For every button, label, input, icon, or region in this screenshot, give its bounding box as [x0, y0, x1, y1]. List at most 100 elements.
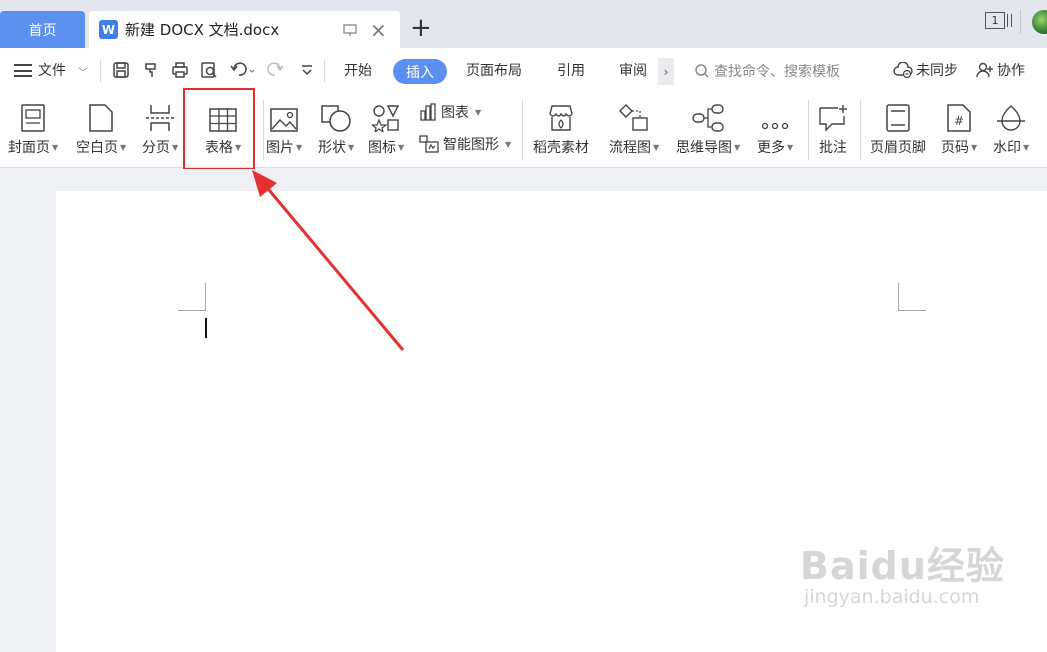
caret-down-icon: ▼ — [971, 142, 978, 152]
window-bars-icon — [1007, 14, 1012, 27]
format-painter-icon[interactable] — [142, 61, 160, 83]
caret-down-icon: ▼ — [787, 142, 794, 152]
cloud-icon — [893, 62, 913, 78]
caret-down-icon: ▼ — [348, 142, 355, 152]
header-footer-icon — [886, 104, 910, 132]
page-break-label: 分页 — [142, 140, 170, 156]
tab-references[interactable]: 引用 — [557, 60, 585, 80]
cover-page-label: 封面页 — [8, 140, 50, 156]
divider — [1020, 10, 1021, 34]
chevron-down-icon[interactable]: ﹀ — [78, 64, 88, 79]
print-preview-icon[interactable] — [200, 61, 218, 83]
caret-down-icon: ▼ — [398, 142, 405, 152]
print-icon[interactable] — [171, 61, 189, 83]
add-user-icon — [976, 62, 993, 78]
comment-icon — [819, 105, 847, 132]
mindmap-button[interactable]: 思维导图 ▼ — [676, 100, 740, 157]
margin-corner-top-right — [898, 283, 926, 311]
cover-page-button[interactable]: 封面页 ▼ — [8, 100, 58, 157]
header-footer-label: 页眉页脚 — [870, 140, 926, 156]
new-tab-button[interactable]: + — [410, 13, 432, 43]
blank-page-label: 空白页 — [76, 140, 118, 156]
text-cursor — [205, 318, 207, 338]
bar-chart-icon — [420, 103, 436, 121]
watermark-button[interactable]: 水印 ▼ — [993, 100, 1029, 157]
search-box[interactable]: 查找命令、搜索模板 — [694, 61, 840, 81]
picture-button[interactable]: 图片 ▼ — [266, 100, 302, 157]
more-options-icon[interactable]: ⋮ — [1040, 58, 1047, 77]
more-label: 更多 — [757, 140, 785, 156]
divider — [263, 100, 264, 160]
caret-down-icon: ▼ — [172, 142, 179, 152]
close-tab-icon[interactable]: × — [370, 18, 387, 42]
undo-icon[interactable] — [230, 61, 256, 83]
collab-button[interactable]: 协作 — [976, 60, 1025, 80]
watermark-url: jingyan.baidu.com — [804, 586, 980, 608]
caret-down-icon: ▼ — [653, 142, 660, 152]
page-break-button[interactable]: 分页 ▼ — [142, 100, 178, 157]
chart-button[interactable]: 图表 ▼ — [419, 102, 481, 122]
menu-bar: 文件 ﹀ 开始 插入 页面布局 引用 审阅 › 查找命令、搜索模板 未同步 协作… — [0, 48, 1047, 94]
icons-library-icon — [372, 105, 400, 132]
tab-insert[interactable]: 插入 — [393, 59, 447, 84]
flowchart-label: 流程图 — [609, 140, 651, 156]
more-dots-icon — [761, 122, 789, 130]
smart-graphic-icon — [419, 135, 439, 153]
mindmap-label: 思维导图 — [676, 140, 732, 156]
hamburger-menu-icon[interactable] — [14, 64, 32, 77]
sync-status[interactable]: 未同步 — [893, 60, 958, 80]
caret-down-icon: ▼ — [1023, 142, 1030, 152]
pin-icon[interactable] — [343, 23, 357, 41]
cover-page-icon — [21, 104, 45, 132]
tab-document[interactable]: W 新建 DOCX 文档.docx × — [89, 11, 400, 48]
caret-down-icon: ▼ — [734, 142, 741, 152]
tab-home[interactable]: 首页 — [0, 11, 85, 48]
shape-icon — [321, 105, 351, 132]
customize-toolbar-icon[interactable] — [300, 61, 314, 83]
tab-start[interactable]: 开始 — [344, 60, 372, 80]
picture-icon — [270, 108, 298, 132]
flowchart-icon — [619, 104, 648, 131]
page-break-icon — [146, 105, 175, 131]
shape-label: 形状 — [318, 140, 346, 156]
icon-label: 图标 — [368, 140, 396, 156]
window-count-icon[interactable]: 1 — [985, 12, 1005, 29]
comment-label: 批注 — [819, 140, 847, 156]
icon-button[interactable]: 图标 ▼ — [368, 100, 404, 157]
mindmap-icon — [692, 104, 724, 132]
divider — [808, 100, 809, 160]
tab-review[interactable]: 审阅 — [619, 60, 647, 80]
picture-label: 图片 — [266, 140, 294, 156]
watermark-label: 水印 — [993, 140, 1021, 156]
chart-label: 图表 — [441, 105, 469, 121]
tab-page-layout[interactable]: 页面布局 — [466, 60, 522, 80]
divider — [324, 60, 325, 82]
save-icon[interactable] — [112, 61, 130, 83]
redo-icon[interactable] — [266, 61, 284, 83]
word-doc-icon: W — [99, 20, 118, 39]
caret-down-icon: ▼ — [475, 107, 482, 117]
comment-button[interactable]: 批注 — [818, 100, 848, 157]
smart-graphic-button[interactable]: 智能图形 ▼ — [419, 134, 511, 154]
watermark-title: Baidu经验 — [800, 544, 1005, 588]
margin-corner-top-left — [178, 283, 206, 311]
header-footer-button[interactable]: 页眉页脚 — [870, 100, 926, 157]
shape-button[interactable]: 形状 ▼ — [318, 100, 354, 157]
flowchart-button[interactable]: 流程图 ▼ — [609, 100, 659, 157]
more-button[interactable]: 更多 ▼ — [757, 100, 793, 157]
avatar[interactable] — [1032, 10, 1047, 34]
docer-assets-label: 稻壳素材 — [533, 140, 589, 156]
smart-graphic-label: 智能图形 — [443, 137, 499, 153]
search-icon — [695, 64, 709, 78]
page-number-button[interactable]: # 页码 ▼ — [941, 100, 977, 157]
divider — [100, 60, 101, 82]
chevron-right-icon[interactable]: › — [658, 58, 674, 85]
store-icon — [549, 105, 573, 131]
blank-page-button[interactable]: 空白页 ▼ — [76, 100, 126, 157]
title-bar: 首页 W 新建 DOCX 文档.docx × + 1 — [0, 0, 1047, 48]
caret-down-icon: ▼ — [296, 142, 303, 152]
docer-assets-button[interactable]: 稻壳素材 — [533, 100, 589, 157]
document-title: 新建 DOCX 文档.docx — [125, 21, 280, 39]
page-number-icon: # — [947, 104, 971, 132]
file-menu[interactable]: 文件 — [38, 60, 66, 80]
